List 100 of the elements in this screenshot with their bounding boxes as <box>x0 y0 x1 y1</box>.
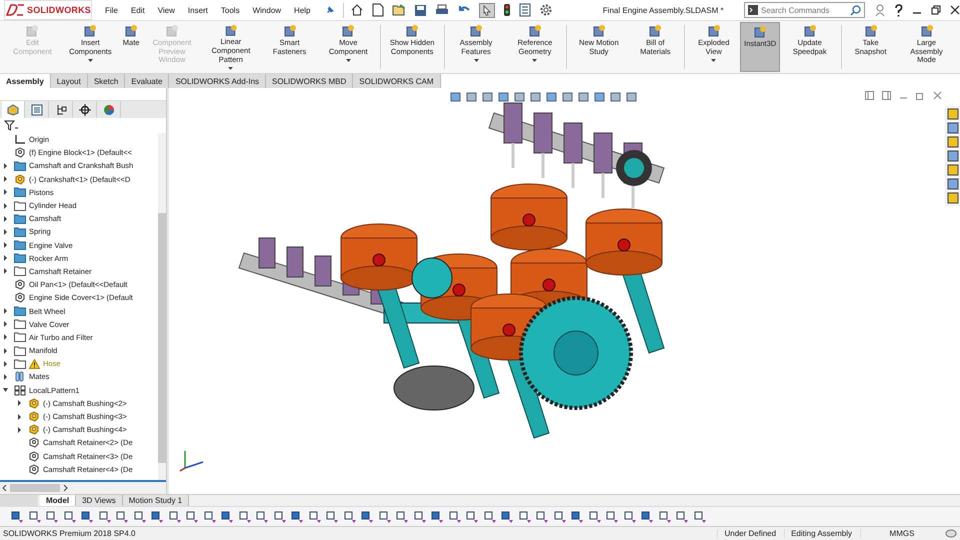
collapsed-arrow-icon[interactable] <box>17 426 22 433</box>
collapsed-arrow-icon[interactable] <box>3 176 8 182</box>
scrollbar-thumb[interactable] <box>158 213 166 463</box>
selection-filter-icon[interactable] <box>570 510 584 524</box>
model-view-tab[interactable]: Motion Study 1 <box>122 495 190 506</box>
selection-filter-icon[interactable] <box>272 510 286 524</box>
save-icon[interactable] <box>414 4 427 16</box>
view-tool-icon[interactable] <box>593 91 606 103</box>
selection-filter-icon[interactable] <box>202 510 216 524</box>
file-properties-icon[interactable] <box>518 3 531 17</box>
tile-left-icon[interactable] <box>865 91 874 100</box>
selection-filter-icon[interactable] <box>168 510 182 524</box>
selection-filter-icon[interactable] <box>448 510 462 524</box>
selection-filter-icon[interactable] <box>378 510 392 524</box>
task-pane-icon[interactable] <box>946 192 958 204</box>
selection-filter-icon[interactable] <box>360 510 374 524</box>
selection-filter-icon[interactable] <box>430 510 444 524</box>
view-tool-icon[interactable] <box>609 91 622 103</box>
search-icon[interactable] <box>850 4 861 16</box>
command-tab[interactable]: Evaluate <box>125 74 170 88</box>
model-view-tab[interactable]: 3D Views <box>76 495 123 506</box>
task-pane-icon[interactable] <box>946 108 958 120</box>
search-bar[interactable]: Search Commands <box>744 2 865 18</box>
collapsed-arrow-icon[interactable] <box>3 360 8 367</box>
close-icon[interactable] <box>950 5 960 15</box>
menu-item[interactable]: Window <box>252 6 282 14</box>
task-pane-icon[interactable] <box>946 136 958 148</box>
menu-item[interactable]: Help <box>294 6 310 14</box>
menu-item[interactable]: View <box>158 6 175 14</box>
selection-filter-icon[interactable] <box>675 510 689 524</box>
selection-filter-icon[interactable] <box>80 510 94 524</box>
collapsed-arrow-icon[interactable] <box>17 414 22 420</box>
task-pane-icon[interactable] <box>946 164 958 176</box>
selection-filter-icon[interactable] <box>482 510 496 524</box>
view-tool-icon[interactable] <box>465 91 478 103</box>
task-pane-icon[interactable] <box>946 122 958 134</box>
task-pane-icon[interactable] <box>946 150 958 162</box>
collapsed-arrow-icon[interactable] <box>3 255 8 262</box>
collapsed-arrow-icon[interactable] <box>3 321 8 328</box>
selection-filter-icon[interactable] <box>518 510 532 524</box>
horizontal-scrollbar[interactable] <box>0 480 166 494</box>
selection-filter-icon[interactable] <box>412 510 426 524</box>
help-icon[interactable] <box>894 4 903 16</box>
view-tool-icon[interactable] <box>625 91 638 103</box>
selection-filter-icon[interactable] <box>255 510 269 524</box>
menu-item[interactable]: Tools <box>220 6 240 14</box>
selection-filter-icon[interactable] <box>10 510 24 524</box>
command-tab[interactable]: Sketch <box>88 74 126 88</box>
selection-filter-icon[interactable] <box>98 510 112 524</box>
scroll-right-icon[interactable] <box>63 485 68 491</box>
open-folder-icon[interactable] <box>392 3 406 17</box>
selection-filter-icon[interactable] <box>605 510 619 524</box>
view-tool-icon[interactable] <box>561 91 574 103</box>
menu-item[interactable]: File <box>105 6 118 14</box>
dropdown-caret-icon[interactable] <box>711 59 716 62</box>
view-tool-icon[interactable] <box>545 91 558 103</box>
selection-filter-icon[interactable] <box>220 510 234 524</box>
restore-icon[interactable] <box>931 5 941 15</box>
selection-filter-icon[interactable] <box>658 510 672 524</box>
collapsed-arrow-icon[interactable] <box>3 334 8 340</box>
settings-icon[interactable] <box>538 3 553 17</box>
traffic-light-icon[interactable] <box>502 3 511 17</box>
selection-filter-icon[interactable] <box>115 510 129 524</box>
selection-filter-icon[interactable] <box>500 510 514 524</box>
model-view-tab[interactable]: Model <box>40 495 76 506</box>
collapsed-arrow-icon[interactable] <box>3 202 8 209</box>
feature-manager-tab[interactable] <box>2 101 25 118</box>
selection-filter-icon[interactable] <box>238 510 252 524</box>
selection-filter-icon[interactable] <box>465 510 479 524</box>
view-tool-icon[interactable] <box>513 91 526 103</box>
collapsed-arrow-icon[interactable] <box>3 348 8 354</box>
view-tool-icon[interactable] <box>497 91 510 103</box>
home-icon[interactable] <box>350 3 364 17</box>
dropdown-caret-icon[interactable] <box>228 67 234 70</box>
selection-filter-icon[interactable] <box>132 510 146 524</box>
search-input[interactable]: Search Commands <box>761 6 847 14</box>
collapsed-arrow-icon[interactable] <box>3 374 8 380</box>
dropdown-caret-icon[interactable] <box>88 59 93 62</box>
view-tool-icon[interactable] <box>529 91 542 103</box>
tile-right-icon[interactable] <box>882 91 891 100</box>
pin-icon[interactable] <box>324 4 335 16</box>
command-tab[interactable]: SOLIDWORKS MBD <box>266 74 354 88</box>
menu-item[interactable]: Insert <box>188 6 208 14</box>
scroll-left-icon[interactable] <box>2 485 7 491</box>
collapsed-arrow-icon[interactable] <box>3 268 8 274</box>
selection-filter-icon[interactable] <box>588 510 602 524</box>
command-tab[interactable]: SOLIDWORKS Add-Ins <box>169 74 266 88</box>
collapsed-arrow-icon[interactable] <box>3 242 8 248</box>
selection-filter-icon[interactable] <box>342 510 356 524</box>
command-tab[interactable]: SOLIDWORKS CAM <box>353 74 440 88</box>
select-pointer-icon[interactable] <box>478 2 495 18</box>
selection-filter-icon[interactable] <box>308 510 322 524</box>
selection-filter-icon[interactable] <box>640 510 654 524</box>
collapsed-arrow-icon[interactable] <box>3 189 8 196</box>
selection-filter-icon[interactable] <box>45 510 59 524</box>
new-document-icon[interactable] <box>372 3 384 17</box>
menu-item[interactable]: Edit <box>130 6 145 14</box>
print-icon[interactable] <box>434 4 449 16</box>
view-tool-icon[interactable] <box>481 91 494 103</box>
filter-icon[interactable] <box>4 120 18 131</box>
